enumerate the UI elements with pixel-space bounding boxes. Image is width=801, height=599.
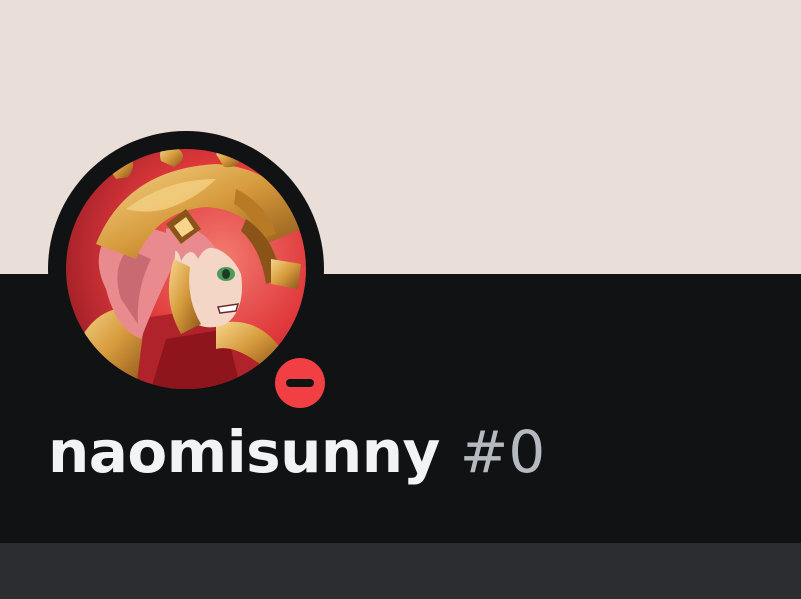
avatar-image — [66, 149, 306, 389]
avatar[interactable] — [66, 149, 306, 389]
discriminator: #0 — [459, 418, 546, 486]
bottom-strip — [0, 543, 801, 599]
username: naomisunny — [48, 418, 440, 486]
name-row: naomisunny #0 — [48, 418, 545, 508]
status-indicator-ring — [263, 346, 337, 420]
status-minus-bar — [286, 379, 314, 387]
do-not-disturb-icon — [275, 358, 325, 408]
